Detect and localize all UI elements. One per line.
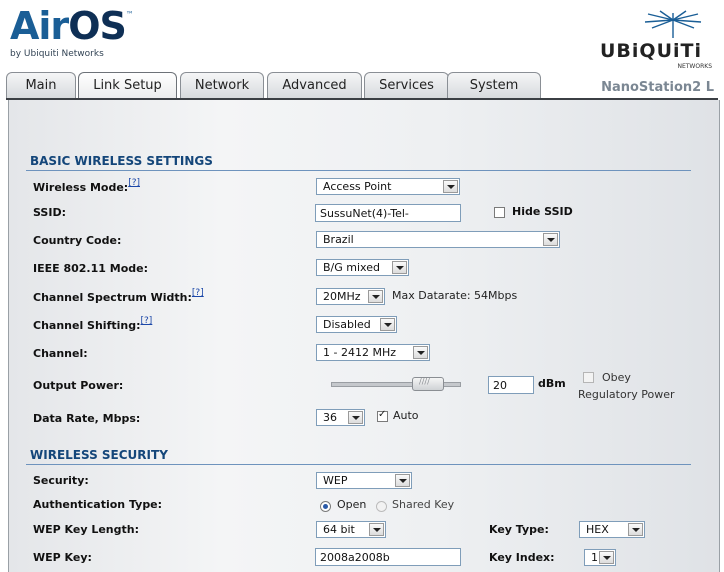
brand-word: UBiQUiTi bbox=[600, 40, 702, 62]
help-link[interactable]: [?] bbox=[141, 316, 153, 326]
key-index-select[interactable]: 1 bbox=[584, 549, 616, 566]
hide-ssid-checkbox[interactable] bbox=[494, 207, 505, 218]
auto-rate-label: Auto bbox=[393, 409, 419, 422]
chevron-down-icon bbox=[599, 551, 614, 564]
auth-shared-radio[interactable] bbox=[376, 501, 387, 512]
obey-regulatory-checkbox[interactable] bbox=[583, 372, 594, 383]
logo-tm: ™ bbox=[125, 10, 134, 19]
channel-label: Channel: bbox=[33, 347, 88, 360]
dbm-unit-label: dBm bbox=[538, 377, 566, 390]
tab-link-setup[interactable]: Link Setup bbox=[78, 72, 177, 101]
antenna-icon bbox=[644, 10, 702, 38]
channel-select[interactable]: 1 - 2412 MHz bbox=[316, 344, 430, 361]
chevron-down-icon bbox=[628, 523, 643, 536]
help-link[interactable]: [?] bbox=[128, 178, 140, 188]
key-type-label: Key Type: bbox=[489, 523, 549, 536]
auth-type-label: Authentication Type: bbox=[33, 498, 163, 511]
security-select[interactable]: WEP bbox=[316, 472, 412, 489]
chevron-down-icon bbox=[395, 474, 410, 487]
wep-key-length-select[interactable]: 64 bit bbox=[316, 521, 386, 538]
spectrum-width-label: Channel Spectrum Width:[?] bbox=[33, 288, 204, 304]
channel-shifting-select[interactable]: Disabled bbox=[316, 316, 397, 333]
key-index-label: Key Index: bbox=[489, 551, 555, 564]
data-rate-label: Data Rate, Mbps: bbox=[33, 412, 141, 425]
ubiquiti-logo: UBiQUiTi NETWORKS bbox=[598, 10, 716, 70]
tab-main[interactable]: Main bbox=[6, 72, 76, 99]
help-link[interactable]: [?] bbox=[192, 288, 204, 298]
ieee-mode-select[interactable]: B/G mixed bbox=[316, 259, 409, 276]
logo-os-text: OS bbox=[68, 4, 127, 48]
tab-network[interactable]: Network bbox=[180, 72, 264, 99]
chevron-down-icon bbox=[413, 346, 428, 359]
wireless-mode-label: Wireless Mode:[?] bbox=[33, 178, 140, 194]
ieee-mode-label: IEEE 802.11 Mode: bbox=[33, 262, 148, 275]
chevron-down-icon bbox=[543, 233, 558, 246]
auth-shared-label: Shared Key bbox=[392, 498, 455, 511]
obey-label: Obey bbox=[602, 371, 631, 384]
chevron-down-icon bbox=[368, 290, 383, 303]
key-type-select[interactable]: HEX bbox=[579, 521, 645, 538]
country-code-select[interactable]: Brazil bbox=[316, 231, 560, 248]
chevron-down-icon bbox=[369, 523, 384, 536]
output-power-slider-handle[interactable] bbox=[412, 377, 444, 391]
basic-wireless-title: BASIC WIRELESS SETTINGS bbox=[30, 154, 213, 168]
logo-byline: by Ubiquiti Networks bbox=[10, 49, 104, 59]
hide-ssid-label: Hide SSID bbox=[512, 205, 573, 218]
chevron-down-icon bbox=[380, 318, 395, 331]
max-datarate-text: Max Datarate: 54Mbps bbox=[392, 289, 518, 302]
chevron-down-icon bbox=[443, 180, 458, 193]
section-divider bbox=[26, 464, 691, 465]
ssid-label: SSID: bbox=[33, 206, 66, 219]
tab-services[interactable]: Services bbox=[364, 72, 449, 99]
chevron-down-icon bbox=[348, 411, 363, 424]
output-power-input[interactable] bbox=[488, 376, 534, 394]
wireless-mode-select[interactable]: Access Point bbox=[316, 178, 460, 195]
tab-advanced[interactable]: Advanced bbox=[267, 72, 362, 99]
wep-key-input[interactable] bbox=[315, 548, 461, 566]
tab-system[interactable]: System bbox=[447, 72, 541, 99]
device-name: NanoStation2 L bbox=[601, 80, 714, 95]
brand-sub: NETWORKS bbox=[677, 63, 712, 70]
section-divider bbox=[26, 170, 691, 171]
wireless-security-title: WIRELESS SECURITY bbox=[30, 448, 168, 462]
security-label: Security: bbox=[33, 474, 89, 487]
chevron-down-icon bbox=[392, 261, 407, 274]
auth-open-radio[interactable] bbox=[320, 501, 331, 512]
auto-rate-checkbox[interactable] bbox=[377, 409, 388, 422]
logo-air-text: Air bbox=[10, 4, 69, 48]
regulatory-power-label: Regulatory Power bbox=[578, 388, 675, 401]
data-rate-select[interactable]: 36 bbox=[316, 409, 365, 426]
country-code-label: Country Code: bbox=[33, 234, 122, 247]
wep-key-label: WEP Key: bbox=[33, 551, 92, 564]
auth-open-label: Open bbox=[337, 498, 367, 511]
spectrum-width-select[interactable]: 20MHz bbox=[316, 288, 385, 305]
channel-shifting-label: Channel Shifting:[?] bbox=[33, 316, 153, 332]
output-power-label: Output Power: bbox=[33, 379, 124, 392]
wep-key-length-label: WEP Key Length: bbox=[33, 523, 139, 536]
airos-logo: AirOS™ by Ubiquiti Networks bbox=[10, 4, 134, 59]
ssid-input[interactable] bbox=[315, 204, 461, 222]
